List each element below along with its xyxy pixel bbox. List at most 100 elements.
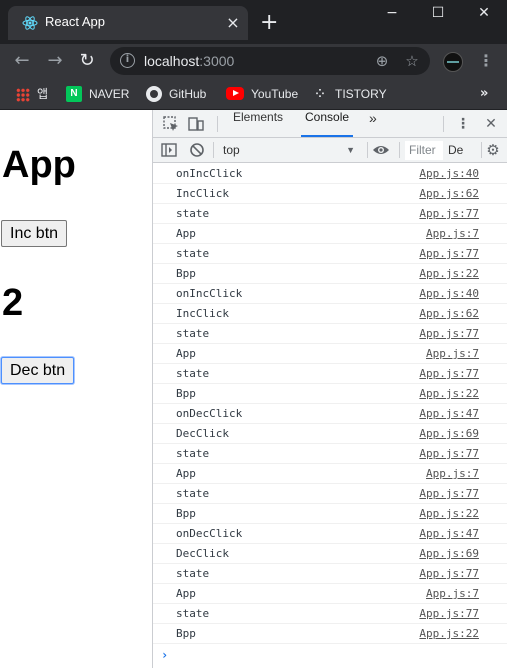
console-log-row: state App.js:77 — [153, 484, 507, 504]
log-message: App — [176, 587, 196, 600]
address-bar[interactable]: i localhost:3000 ⊕ ☆ — [110, 47, 430, 75]
log-source-link[interactable]: App.js:62 — [419, 307, 479, 320]
device-toolbar-icon[interactable] — [186, 114, 206, 134]
bookmark-tistory[interactable]: ⁘ TISTORY — [312, 84, 387, 104]
log-source-link[interactable]: App.js:22 — [419, 507, 479, 520]
bookmark-github[interactable]: GitHub — [146, 84, 206, 104]
log-source-link[interactable]: App.js:77 — [419, 567, 479, 580]
dec-button[interactable]: Dec btn — [1, 357, 75, 384]
devtools-panel: Elements Console » ⋮ ✕ top ▼ Filter De ⚙… — [152, 110, 507, 668]
log-source-link[interactable]: App.js:7 — [426, 467, 479, 480]
console-log-row: state App.js:77 — [153, 444, 507, 464]
tistory-icon: ⁘ — [315, 86, 325, 100]
log-levels-dropdown[interactable]: De — [445, 141, 475, 160]
console-filter-input[interactable]: Filter — [405, 141, 443, 160]
star-icon[interactable]: ☆ — [402, 51, 422, 71]
log-source-link[interactable]: App.js:7 — [426, 347, 479, 360]
bookmarks-more-icon[interactable]: » — [480, 84, 488, 104]
log-source-link[interactable]: App.js:40 — [419, 287, 479, 300]
log-message: onDecClick — [176, 407, 243, 420]
bookmark-label: TISTORY — [335, 87, 387, 101]
console-log-row: App App.js:7 — [153, 344, 507, 364]
log-message: App — [176, 467, 196, 480]
console-log-area[interactable]: onIncClick App.js:40 IncClick App.js:62 stat… — [153, 164, 507, 668]
maximize-button[interactable]: ☐ — [415, 0, 461, 28]
log-source-link[interactable]: App.js:22 — [419, 627, 479, 640]
url-text[interactable]: localhost:3000 — [144, 53, 234, 69]
log-message: state — [176, 327, 210, 340]
log-message: state — [176, 567, 210, 580]
more-tabs-icon[interactable]: » — [365, 110, 381, 137]
console-log-row: onIncClick App.js:40 — [153, 164, 507, 184]
count-value: 2 — [2, 282, 24, 324]
log-source-link[interactable]: App.js:7 — [426, 227, 479, 240]
log-message: state — [176, 247, 210, 260]
live-expression-eye-icon[interactable] — [371, 140, 391, 160]
clear-console-icon[interactable] — [187, 140, 207, 160]
close-window-button[interactable]: ✕ — [461, 0, 507, 28]
tab-elements[interactable]: Elements — [229, 110, 287, 137]
inspect-element-icon[interactable] — [161, 114, 181, 134]
log-message: App — [176, 227, 196, 240]
log-message: DecClick — [176, 427, 229, 440]
bookmark-youtube[interactable]: YouTube — [226, 84, 298, 104]
forward-button[interactable]: → — [44, 50, 66, 72]
log-source-link[interactable]: App.js:77 — [419, 207, 479, 220]
log-source-link[interactable]: App.js:77 — [419, 447, 479, 460]
new-tab-button[interactable]: + — [260, 12, 278, 34]
log-message: DecClick — [176, 547, 229, 560]
react-icon — [22, 16, 38, 30]
page-heading: App — [2, 144, 76, 186]
log-message: Bpp — [176, 267, 196, 280]
log-source-link[interactable]: App.js:77 — [419, 247, 479, 260]
inc-button[interactable]: Inc btn — [1, 220, 68, 247]
tab-title: React App — [45, 14, 105, 29]
bookmark-label: NAVER — [89, 87, 130, 101]
toolbar-divider — [217, 116, 218, 132]
log-message: state — [176, 447, 210, 460]
minimize-button[interactable]: − — [369, 0, 415, 28]
browser-tab[interactable]: React App × — [8, 6, 248, 40]
log-message: onIncClick — [176, 167, 243, 180]
browser-menu-icon[interactable]: ⋮ — [478, 50, 494, 72]
tab-close-icon[interactable]: × — [224, 14, 242, 32]
devtools-close-icon[interactable]: ✕ — [481, 114, 501, 134]
log-source-link[interactable]: App.js:77 — [419, 367, 479, 380]
log-source-link[interactable]: App.js:69 — [419, 427, 479, 440]
naver-icon: N — [66, 85, 82, 102]
youtube-icon — [226, 87, 244, 101]
log-source-link[interactable]: App.js:22 — [419, 387, 479, 400]
profile-avatar[interactable] — [443, 52, 463, 72]
bookmark-label: 앱 — [37, 87, 49, 101]
log-source-link[interactable]: App.js:40 — [419, 167, 479, 180]
bookmark-naver[interactable]: N NAVER — [66, 84, 129, 104]
sidebar-toggle-icon[interactable] — [159, 140, 179, 160]
tab-console[interactable]: Console — [301, 110, 354, 137]
info-icon[interactable]: i — [120, 53, 135, 68]
console-settings-gear-icon[interactable]: ⚙ — [483, 140, 503, 160]
reload-button[interactable]: ↻ — [76, 50, 98, 72]
zoom-icon[interactable]: ⊕ — [372, 51, 392, 71]
console-log-row: onDecClick App.js:47 — [153, 524, 507, 544]
bookmark-apps[interactable]: 앱 — [16, 84, 48, 104]
console-log-row: App App.js:7 — [153, 464, 507, 484]
console-log-row: state App.js:77 — [153, 364, 507, 384]
log-source-link[interactable]: App.js:77 — [419, 487, 479, 500]
context-selector[interactable]: top ▼ — [219, 141, 359, 160]
bookmarks-bar: 앱 N NAVER GitHub YouTube ⁘ TISTORY » — [0, 78, 507, 110]
log-source-link[interactable]: App.js:77 — [419, 327, 479, 340]
devtools-menu-icon[interactable]: ⋮ — [453, 114, 473, 134]
back-button[interactable]: ← — [11, 50, 33, 72]
log-message: onIncClick — [176, 287, 243, 300]
log-source-link[interactable]: App.js:62 — [419, 187, 479, 200]
console-log-row: Bpp App.js:22 — [153, 624, 507, 644]
log-source-link[interactable]: App.js:47 — [419, 407, 479, 420]
log-source-link[interactable]: App.js:47 — [419, 527, 479, 540]
log-source-link[interactable]: App.js:77 — [419, 607, 479, 620]
log-source-link[interactable]: App.js:69 — [419, 547, 479, 560]
log-message: Bpp — [176, 507, 196, 520]
log-source-link[interactable]: App.js:22 — [419, 267, 479, 280]
log-source-link[interactable]: App.js:7 — [426, 587, 479, 600]
apps-grid-icon — [16, 87, 30, 102]
console-prompt-icon[interactable]: › — [161, 648, 168, 662]
